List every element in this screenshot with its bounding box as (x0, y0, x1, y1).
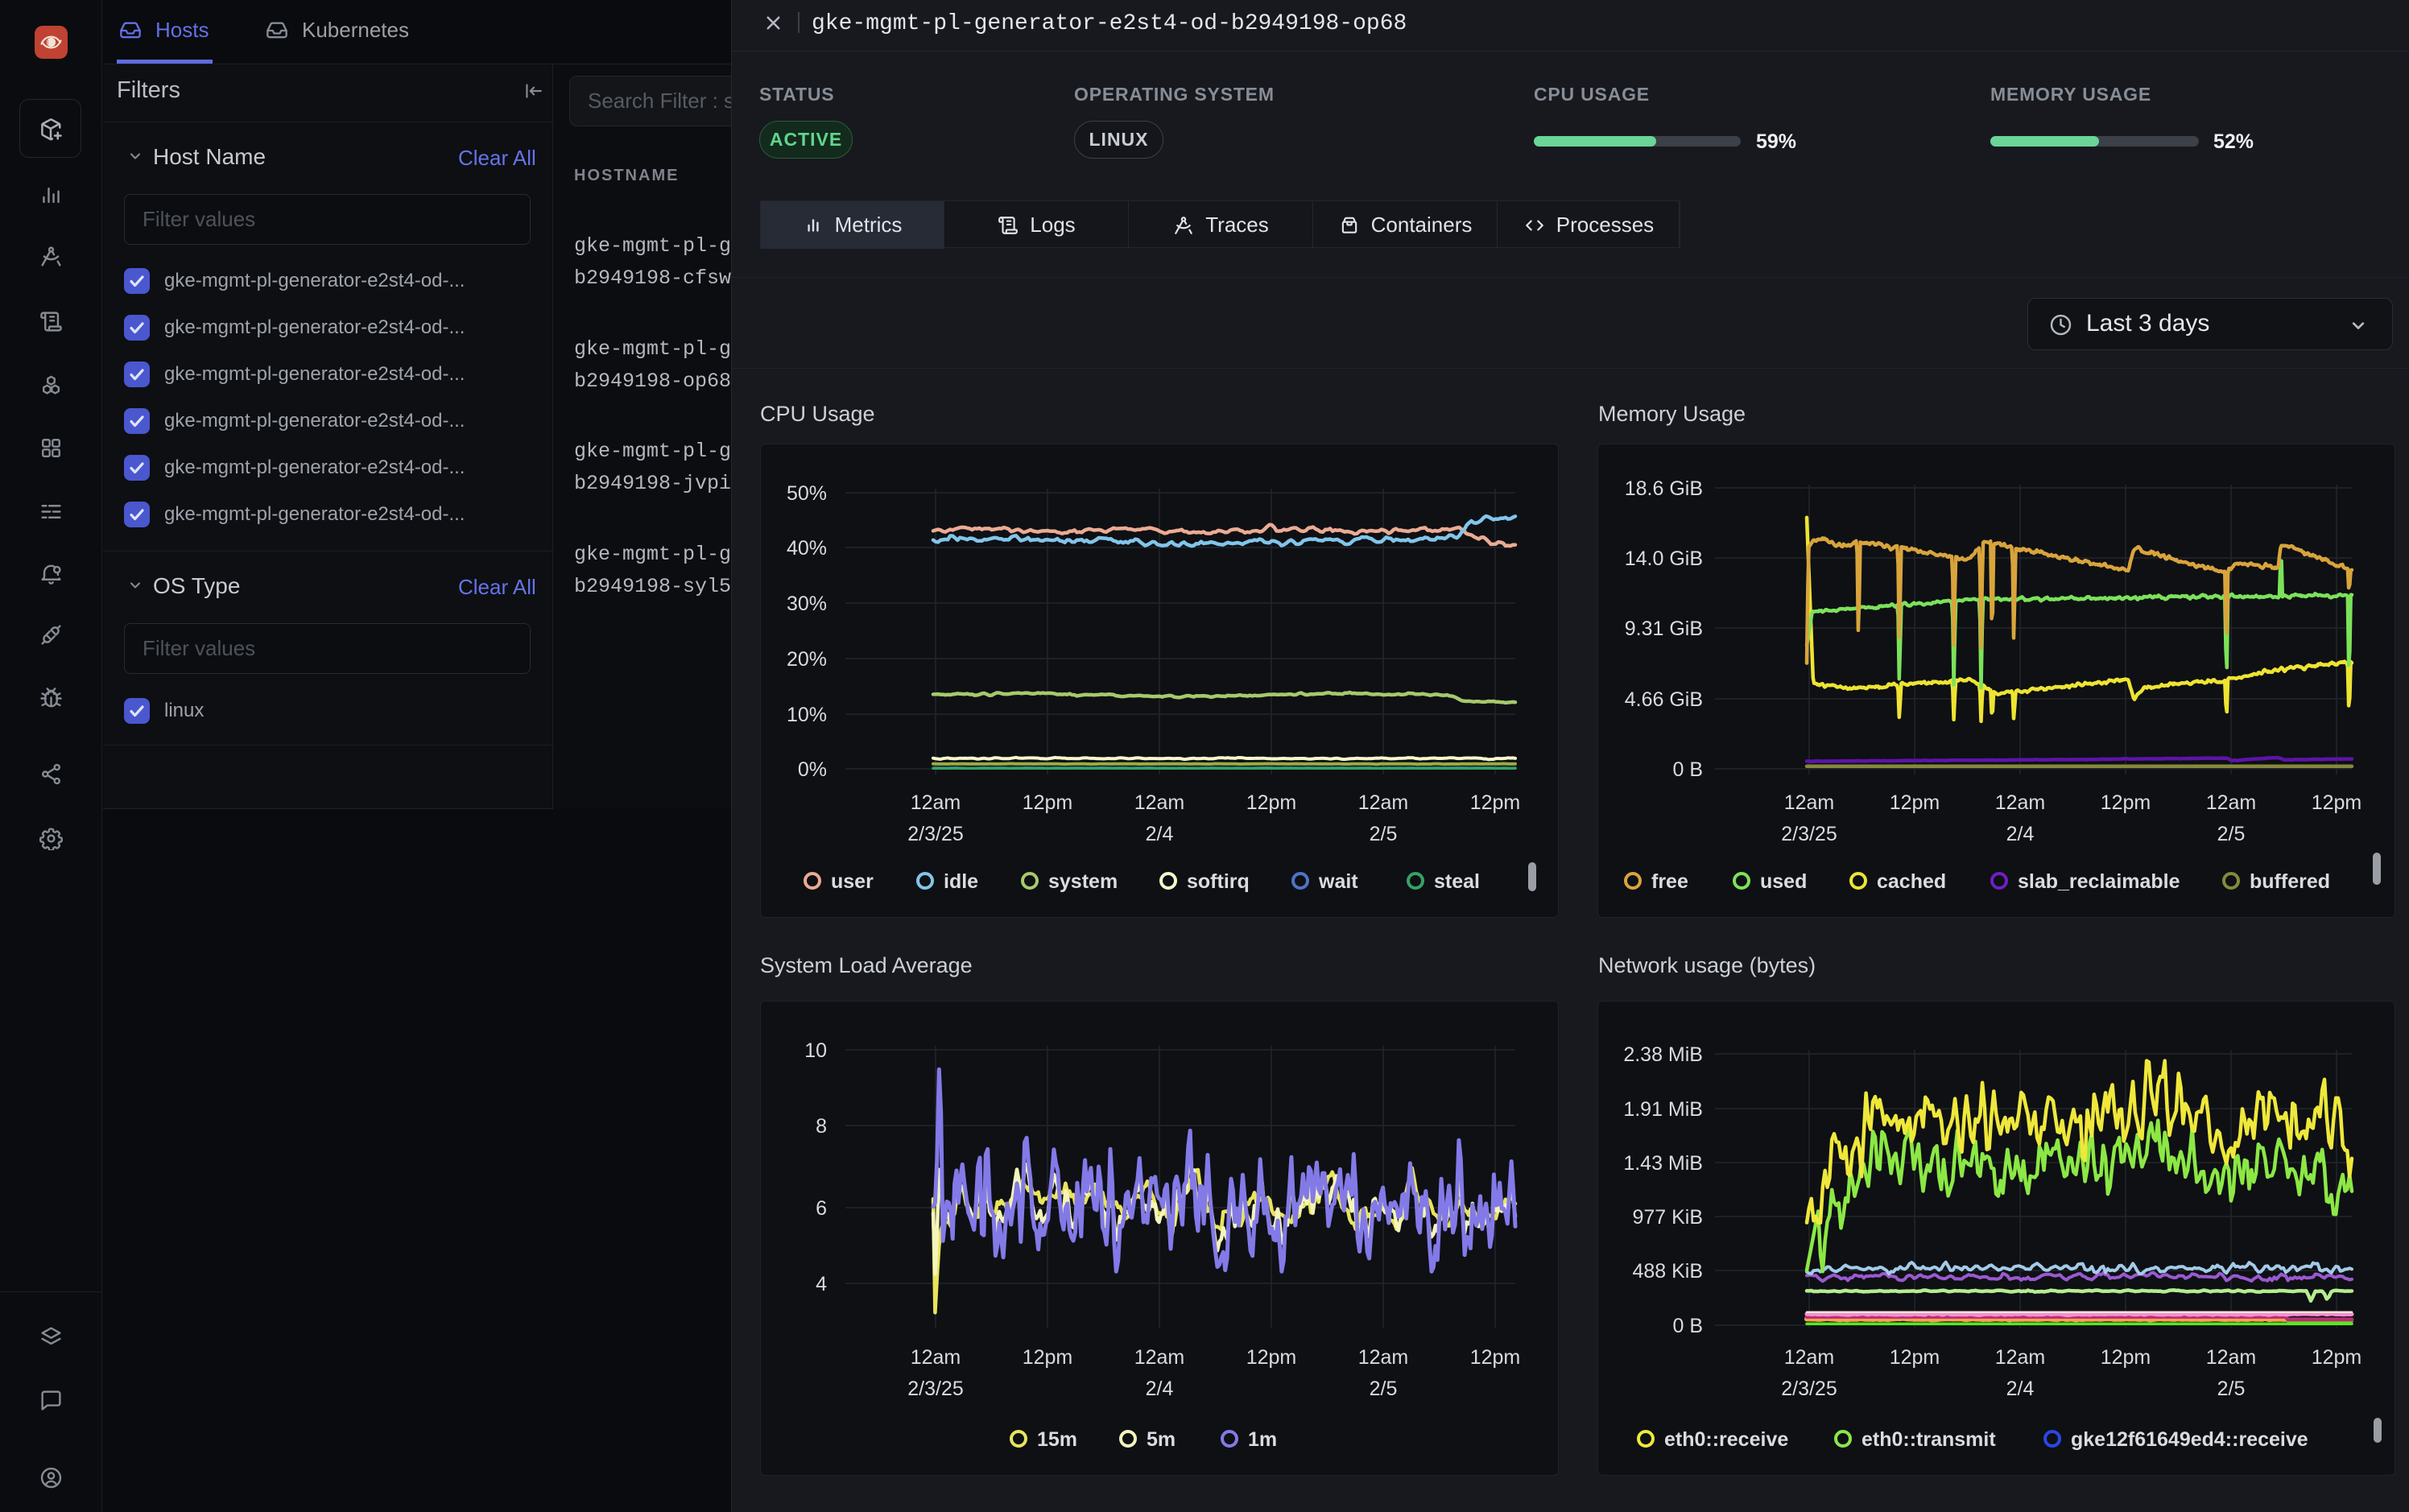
svg-text:2/3/25: 2/3/25 (907, 823, 964, 845)
svg-text:system: system (1048, 870, 1118, 893)
svg-text:12pm: 12pm (2101, 791, 2151, 814)
svg-text:cached: cached (1877, 870, 1946, 893)
svg-text:gke12f61649ed4::receive: gke12f61649ed4::receive (2071, 1428, 2308, 1451)
svg-text:12am: 12am (1134, 791, 1185, 814)
svg-text:12pm: 12pm (1023, 1346, 1073, 1369)
svg-text:2/5: 2/5 (2217, 1378, 2246, 1400)
svg-text:user: user (831, 870, 874, 893)
svg-text:2/4: 2/4 (1146, 1378, 1174, 1400)
svg-text:977 KiB: 977 KiB (1632, 1206, 1703, 1229)
svg-text:9.31 GiB: 9.31 GiB (1625, 618, 1703, 640)
svg-text:18.6 GiB: 18.6 GiB (1625, 477, 1703, 500)
svg-text:12am: 12am (1784, 1346, 1835, 1369)
svg-text:12am: 12am (1358, 791, 1409, 814)
svg-text:12am: 12am (1995, 1346, 2046, 1369)
svg-text:15m: 15m (1037, 1428, 1077, 1451)
svg-text:1.43 MiB: 1.43 MiB (1623, 1152, 1703, 1175)
svg-text:12am: 12am (1134, 1346, 1185, 1369)
svg-text:6: 6 (816, 1197, 827, 1220)
svg-text:2.38 MiB: 2.38 MiB (1623, 1043, 1703, 1066)
svg-text:12am: 12am (911, 1346, 961, 1369)
svg-text:0 B: 0 B (1672, 758, 1703, 781)
svg-text:12pm: 12pm (2101, 1346, 2151, 1369)
svg-text:free: free (1651, 870, 1688, 893)
svg-text:12pm: 12pm (2312, 791, 2362, 814)
svg-text:12pm: 12pm (1470, 1346, 1521, 1369)
svg-text:50%: 50% (787, 482, 827, 505)
svg-text:30%: 30% (787, 593, 827, 615)
svg-text:steal: steal (1434, 870, 1480, 893)
svg-text:2/5: 2/5 (2217, 823, 2246, 845)
svg-text:12pm: 12pm (2312, 1346, 2362, 1369)
svg-text:12am: 12am (1995, 791, 2046, 814)
svg-text:40%: 40% (787, 537, 827, 560)
svg-text:used: used (1760, 870, 1807, 893)
svg-text:12pm: 12pm (1470, 791, 1521, 814)
svg-text:buffered: buffered (2250, 870, 2330, 893)
svg-text:idle: idle (944, 870, 978, 893)
svg-text:0 B: 0 B (1672, 1315, 1703, 1337)
svg-text:8: 8 (816, 1115, 827, 1138)
svg-text:2/4: 2/4 (1146, 823, 1174, 845)
svg-text:eth0::transmit: eth0::transmit (1862, 1428, 1996, 1451)
svg-text:10: 10 (804, 1039, 827, 1062)
svg-text:12pm: 12pm (1890, 791, 1940, 814)
svg-text:12am: 12am (2206, 791, 2257, 814)
svg-text:eth0::receive: eth0::receive (1664, 1428, 1788, 1451)
svg-text:0%: 0% (798, 758, 827, 781)
svg-text:2/5: 2/5 (1370, 823, 1398, 845)
svg-text:2/5: 2/5 (1370, 1378, 1398, 1400)
svg-text:20%: 20% (787, 648, 827, 671)
svg-text:12pm: 12pm (1246, 1346, 1297, 1369)
svg-text:wait: wait (1318, 870, 1358, 893)
svg-text:1m: 1m (1248, 1428, 1277, 1451)
svg-text:12pm: 12pm (1023, 791, 1073, 814)
svg-text:4: 4 (816, 1273, 827, 1295)
svg-text:5m: 5m (1147, 1428, 1176, 1451)
svg-text:2/3/25: 2/3/25 (907, 1378, 964, 1400)
svg-text:10%: 10% (787, 704, 827, 726)
svg-text:488 KiB: 488 KiB (1632, 1260, 1703, 1283)
svg-text:12pm: 12pm (1246, 791, 1297, 814)
svg-text:12pm: 12pm (1890, 1346, 1940, 1369)
svg-text:slab_reclaimable: slab_reclaimable (2018, 870, 2180, 893)
svg-text:12am: 12am (1784, 791, 1835, 814)
svg-text:12am: 12am (911, 791, 961, 814)
svg-text:2/4: 2/4 (2006, 823, 2035, 845)
svg-text:2/3/25: 2/3/25 (1781, 1378, 1837, 1400)
svg-text:softirq: softirq (1187, 870, 1250, 893)
svg-text:1.91 MiB: 1.91 MiB (1623, 1098, 1703, 1121)
svg-text:2/4: 2/4 (2006, 1378, 2035, 1400)
svg-text:12am: 12am (2206, 1346, 2257, 1369)
svg-text:4.66 GiB: 4.66 GiB (1625, 688, 1703, 711)
svg-text:2/3/25: 2/3/25 (1781, 823, 1837, 845)
svg-text:14.0 GiB: 14.0 GiB (1625, 547, 1703, 570)
svg-text:12am: 12am (1358, 1346, 1409, 1369)
